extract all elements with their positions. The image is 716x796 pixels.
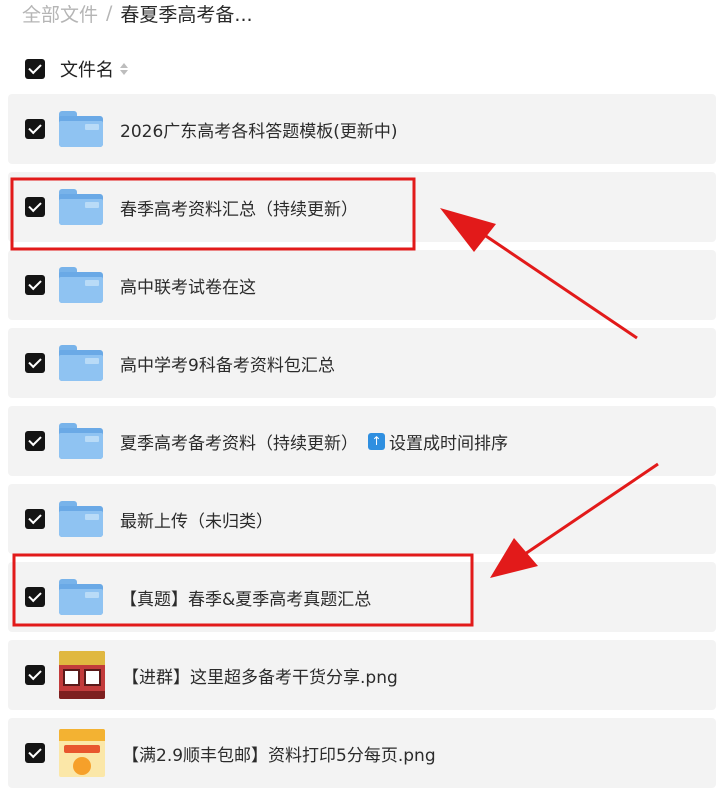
image-thumbnail — [59, 729, 105, 777]
folder-icon — [59, 501, 103, 537]
file-row[interactable]: 最新上传（未归类） — [8, 484, 716, 554]
file-name[interactable]: 春季高考资料汇总（持续更新） — [120, 195, 358, 220]
breadcrumb-separator: / — [106, 2, 113, 24]
checkmark-icon — [28, 120, 42, 134]
suffix-text: 设置成时间排序 — [389, 433, 508, 454]
row-checkbox[interactable] — [25, 665, 45, 685]
row-checkbox[interactable] — [25, 587, 45, 607]
file-row[interactable]: 春季高考资料汇总（持续更新） — [8, 172, 716, 242]
file-row[interactable]: 【进群】这里超多备考干货分享.png — [8, 640, 716, 710]
checkmark-icon — [28, 744, 42, 758]
folder-icon — [59, 423, 103, 459]
row-checkbox[interactable] — [25, 509, 45, 529]
file-name[interactable]: 夏季高考备考资料（持续更新） — [120, 429, 358, 454]
checkmark-icon — [28, 276, 42, 290]
sort-icon[interactable] — [120, 63, 128, 75]
file-row[interactable]: 2026广东高考各科答题模板(更新中) — [8, 94, 716, 164]
folder-icon — [59, 345, 103, 381]
file-name[interactable]: 高中学考9科备考资料包汇总 — [120, 351, 335, 376]
file-row[interactable]: 【满2.9顺丰包邮】资料打印5分每页.png — [8, 718, 716, 788]
file-row[interactable]: 【真题】春季&夏季高考真题汇总 — [8, 562, 716, 632]
file-list-header: 文件名 — [22, 52, 702, 86]
file-name[interactable]: 2026广东高考各科答题模板(更新中) — [120, 117, 398, 142]
folder-icon — [59, 189, 103, 225]
folder-icon — [59, 267, 103, 303]
row-checkbox[interactable] — [25, 431, 45, 451]
checkmark-icon — [28, 60, 42, 74]
file-row[interactable]: 夏季高考备考资料（持续更新） ↑ 设置成时间排序 — [8, 406, 716, 476]
breadcrumb: 全部文件 / 春夏季高考备... — [22, 0, 253, 26]
file-name[interactable]: 高中联考试卷在这 — [120, 273, 256, 298]
file-row[interactable]: 高中学考9科备考资料包汇总 — [8, 328, 716, 398]
image-thumbnail — [59, 651, 105, 699]
file-name[interactable]: 【进群】这里超多备考干货分享.png — [122, 663, 398, 688]
row-checkbox[interactable] — [25, 353, 45, 373]
file-name[interactable]: 【满2.9顺丰包邮】资料打印5分每页.png — [122, 741, 436, 766]
row-checkbox[interactable] — [25, 119, 45, 139]
file-row[interactable]: 高中联考试卷在这 — [8, 250, 716, 320]
breadcrumb-root[interactable]: 全部文件 — [22, 0, 98, 27]
file-name-suffix: ↑ 设置成时间排序 — [368, 429, 508, 454]
up-arrow-icon: ↑ — [368, 432, 385, 450]
file-name[interactable]: 最新上传（未归类） — [120, 507, 273, 532]
checkmark-icon — [28, 432, 42, 446]
checkmark-icon — [28, 198, 42, 212]
breadcrumb-current: 春夏季高考备... — [120, 3, 253, 26]
checkmark-icon — [28, 588, 42, 602]
file-list: 2026广东高考各科答题模板(更新中) 春季高考资料汇总（持续更新） 高中联考试… — [8, 94, 716, 796]
row-checkbox[interactable] — [25, 197, 45, 217]
file-name[interactable]: 【真题】春季&夏季高考真题汇总 — [120, 585, 371, 610]
folder-icon — [59, 579, 103, 615]
select-all-checkbox[interactable] — [25, 59, 45, 79]
column-title-filename[interactable]: 文件名 — [60, 56, 114, 82]
checkmark-icon — [28, 354, 42, 368]
checkmark-icon — [28, 510, 42, 524]
checkmark-icon — [28, 666, 42, 680]
row-checkbox[interactable] — [25, 275, 45, 295]
row-checkbox[interactable] — [25, 743, 45, 763]
folder-icon — [59, 111, 103, 147]
